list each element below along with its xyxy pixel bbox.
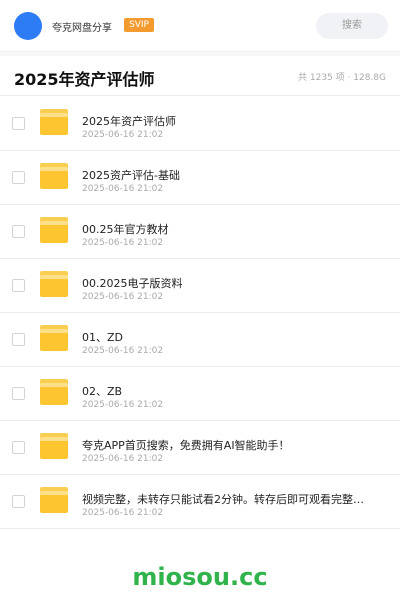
file-date: 2025-06-16 21:02: [82, 400, 164, 410]
file-date: 2025-06-16 21:02: [82, 346, 164, 356]
file-name: 01、ZD: [82, 331, 124, 344]
row-checkbox[interactable]: [12, 225, 25, 238]
page-title: 2025年资产评估师: [14, 70, 155, 89]
file-date: 2025-06-16 21:02: [82, 508, 164, 518]
row-checkbox[interactable]: [12, 333, 25, 346]
row-checkbox[interactable]: [12, 171, 25, 184]
row-checkbox[interactable]: [12, 495, 25, 508]
avatar[interactable]: [14, 12, 42, 40]
file-name: 00.25年官方教材: [82, 223, 169, 236]
svip-badge: SVIP: [124, 18, 154, 32]
file-name: 2025资产评估-基础: [82, 169, 180, 182]
file-date: 2025-06-16 21:02: [82, 292, 164, 302]
folder-icon: [40, 379, 68, 405]
file-row[interactable]: 01、ZD 2025-06-16 21:02: [0, 313, 400, 367]
file-date: 2025-06-16 21:02: [82, 454, 164, 464]
row-checkbox[interactable]: [12, 279, 25, 292]
row-checkbox[interactable]: [12, 441, 25, 454]
file-name: 2025年资产评估师: [82, 115, 176, 128]
folder-icon: [40, 487, 68, 513]
folder-icon: [40, 109, 68, 135]
file-date: 2025-06-16 21:02: [82, 238, 164, 248]
top-bar: 夸克网盘分享 SVIP 搜索: [0, 0, 400, 52]
file-row[interactable]: 02、ZB 2025-06-16 21:02: [0, 367, 400, 421]
file-row[interactable]: 夸克APP首页搜索，免费拥有AI智能助手！ 2025-06-16 21:02: [0, 421, 400, 475]
folder-icon: [40, 433, 68, 459]
search-button[interactable]: 搜索: [316, 13, 388, 39]
file-list: 2025年资产评估师 2025-06-16 21:02 2025资产评估-基础 …: [0, 97, 400, 529]
folder-icon: [40, 217, 68, 243]
row-checkbox[interactable]: [12, 387, 25, 400]
file-name: 02、ZB: [82, 385, 123, 398]
file-row[interactable]: 00.25年官方教材 2025-06-16 21:02: [0, 205, 400, 259]
folder-icon: [40, 325, 68, 351]
file-row[interactable]: 视频完整，未转存只能试看2分钟。转存后即可观看完整… 2025-06-16 21…: [0, 475, 400, 529]
folder-icon: [40, 163, 68, 189]
folder-icon: [40, 271, 68, 297]
file-row[interactable]: 00.2025电子版资料 2025-06-16 21:02: [0, 259, 400, 313]
file-name: 视频完整，未转存只能试看2分钟。转存后即可观看完整…: [82, 493, 364, 506]
watermark: miosou.cc: [132, 563, 268, 591]
row-checkbox[interactable]: [12, 117, 25, 130]
file-row[interactable]: 2025资产评估-基础 2025-06-16 21:02: [0, 151, 400, 205]
username: 夸克网盘分享: [52, 23, 112, 34]
file-name: 夸克APP首页搜索，免费拥有AI智能助手！: [82, 439, 290, 452]
file-date: 2025-06-16 21:02: [82, 184, 164, 194]
file-date: 2025-06-16 21:02: [82, 130, 164, 140]
folder-header: 2025年资产评估师 共 1235 项 · 128.8G: [0, 56, 400, 96]
file-name: 00.2025电子版资料: [82, 277, 183, 290]
folder-stats: 共 1235 项 · 128.8G: [298, 73, 386, 83]
file-row[interactable]: 2025年资产评估师 2025-06-16 21:02: [0, 97, 400, 151]
